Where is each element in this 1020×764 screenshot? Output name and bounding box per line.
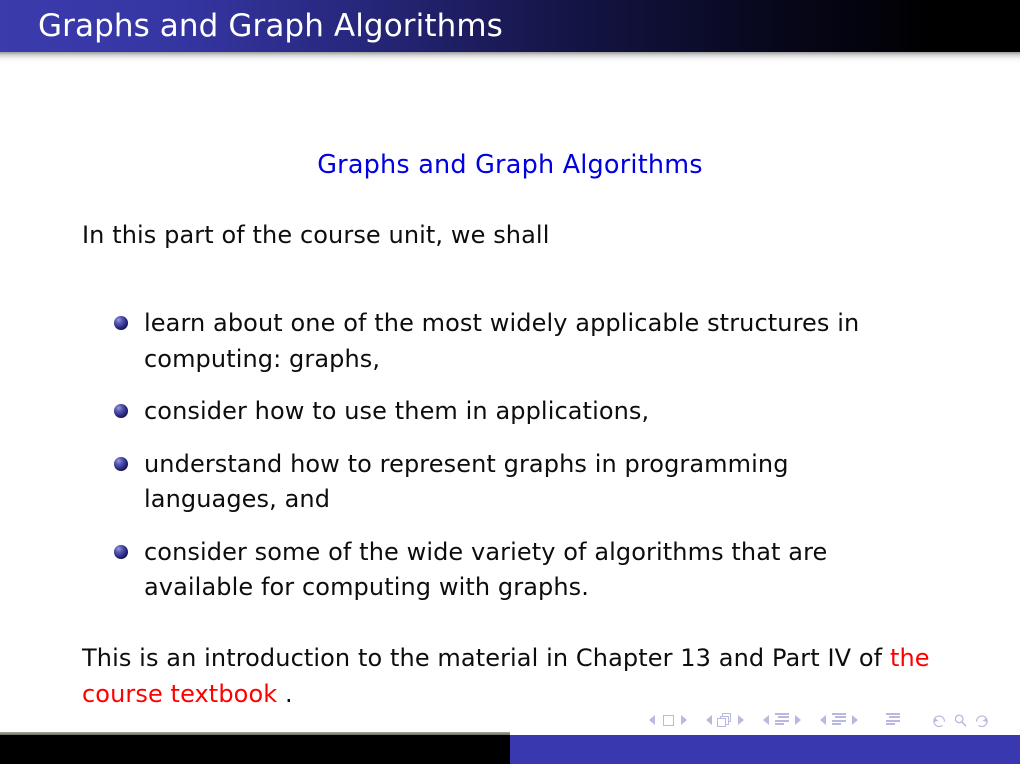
bullet-ball-icon bbox=[114, 456, 128, 471]
slide-content: Graphs and Graph Algorithms In this part… bbox=[0, 63, 1020, 708]
back-arrow-icon[interactable] bbox=[932, 713, 947, 728]
prev-section-arrow-icon[interactable] bbox=[820, 715, 826, 725]
prev-frame-arrow-icon[interactable] bbox=[706, 715, 712, 725]
bullet-ball-icon bbox=[114, 544, 128, 559]
section-lines-icon[interactable] bbox=[830, 712, 848, 728]
list-item-text: consider some of the wide variety of alg… bbox=[144, 537, 828, 602]
bullet-list: learn about one of the most widely appli… bbox=[114, 306, 914, 606]
nav-group-document bbox=[884, 712, 902, 728]
next-section-arrow-icon[interactable] bbox=[852, 715, 858, 725]
nav-group-slide bbox=[645, 712, 691, 728]
nav-group-history bbox=[932, 713, 989, 728]
footer-left-block bbox=[0, 735, 510, 764]
closing-paragraph: This is an introduction to the material … bbox=[82, 641, 952, 712]
closing-text-before: This is an introduction to the material … bbox=[82, 644, 890, 672]
slide-header-title: Graphs and Graph Algorithms bbox=[38, 8, 503, 44]
frame-title: Graphs and Graph Algorithms bbox=[317, 150, 703, 180]
forward-arrow-icon[interactable] bbox=[974, 713, 989, 728]
frames-stack-icon[interactable] bbox=[716, 712, 734, 728]
intro-paragraph: In this part of the course unit, we shal… bbox=[82, 221, 550, 249]
bullet-ball-icon bbox=[114, 404, 128, 419]
footer-right-block bbox=[510, 735, 1020, 764]
nav-group-frame bbox=[702, 712, 748, 728]
bullet-ball-icon bbox=[114, 316, 128, 330]
closing-text-after: . bbox=[277, 679, 293, 708]
prev-slide-arrow-icon[interactable] bbox=[649, 715, 655, 725]
next-slide-arrow-icon[interactable] bbox=[681, 715, 687, 725]
nav-group-subsection bbox=[759, 712, 805, 728]
slide-header-bar: Graphs and Graph Algorithms bbox=[0, 0, 1020, 52]
search-icon[interactable] bbox=[953, 713, 968, 728]
list-item: consider how to use them in applications… bbox=[114, 394, 914, 430]
list-item: understand how to represent graphs in pr… bbox=[114, 447, 914, 518]
list-item: consider some of the wide variety of alg… bbox=[114, 535, 914, 606]
document-lines-icon[interactable] bbox=[884, 712, 902, 728]
header-shadow bbox=[0, 52, 1020, 63]
next-frame-arrow-icon[interactable] bbox=[738, 715, 744, 725]
next-subsection-arrow-icon[interactable] bbox=[795, 715, 801, 725]
list-item-text: understand how to represent graphs in pr… bbox=[144, 449, 789, 514]
slide-footer-bar bbox=[0, 735, 1020, 764]
beamer-navigation-symbols bbox=[645, 709, 1000, 731]
subsection-lines-icon[interactable] bbox=[773, 712, 791, 728]
list-item-text: learn about one of the most widely appli… bbox=[144, 309, 860, 373]
prev-subsection-arrow-icon[interactable] bbox=[763, 715, 769, 725]
list-item: learn about one of the most widely appli… bbox=[114, 306, 914, 377]
list-item-text: consider how to use them in applications… bbox=[144, 397, 650, 426]
slide-square-icon[interactable] bbox=[659, 712, 677, 728]
nav-group-section bbox=[816, 712, 862, 728]
